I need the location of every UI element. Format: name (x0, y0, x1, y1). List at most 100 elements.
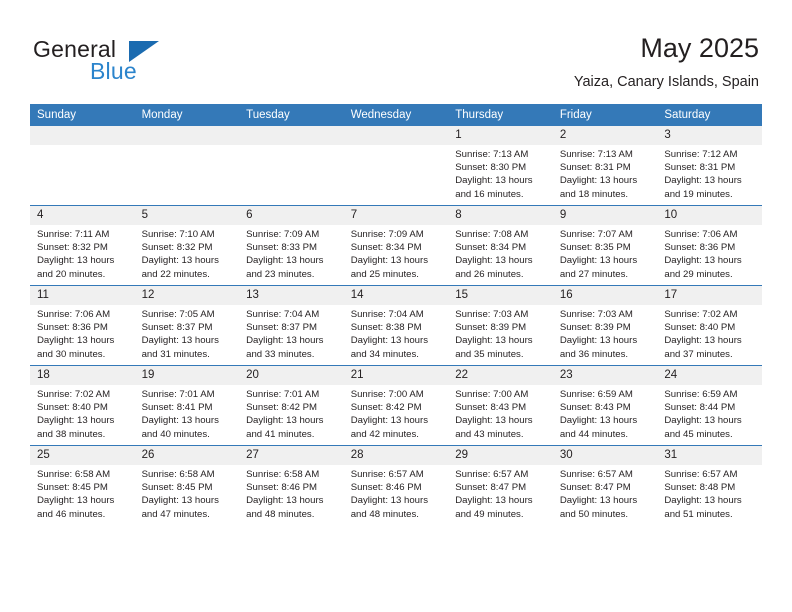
day-info: Sunrise: 6:59 AM Sunset: 8:44 PM Dayligh… (657, 385, 762, 441)
sunrise-text: Sunrise: 7:01 AM (246, 389, 320, 400)
day-cell-empty (239, 126, 344, 206)
day-cell[interactable]: 15 Sunrise: 7:03 AM Sunset: 8:39 PM Dayl… (448, 285, 553, 366)
calendar-week-row: 25 Sunrise: 6:58 AM Sunset: 8:45 PM Dayl… (30, 445, 762, 525)
day-cell[interactable]: 8 Sunrise: 7:08 AM Sunset: 8:34 PM Dayli… (448, 205, 553, 286)
day-number: 14 (343, 286, 449, 305)
calendar-page: General Blue May 2025 Yaiza, Canary Isla… (0, 0, 792, 612)
day-cell[interactable]: 31 Sunrise: 6:57 AM Sunset: 8:48 PM Dayl… (657, 445, 762, 525)
sunset-text: Sunset: 8:32 PM (141, 242, 213, 254)
sunset-text: Sunset: 8:45 PM (37, 482, 108, 494)
day-number: 28 (343, 446, 449, 465)
day-cell[interactable]: 18 Sunrise: 7:02 AM Sunset: 8:40 PM Dayl… (30, 365, 135, 446)
day-cell[interactable]: 29 Sunrise: 6:57 AM Sunset: 8:47 PM Dayl… (448, 445, 553, 525)
day-number: 23 (552, 366, 658, 385)
day-cell[interactable]: 5 Sunrise: 7:10 AM Sunset: 8:32 PM Dayli… (134, 205, 240, 286)
day-cell[interactable]: 19 Sunrise: 7:01 AM Sunset: 8:41 PM Dayl… (134, 365, 240, 446)
sunset-text: Sunset: 8:42 PM (350, 402, 422, 414)
day-cell[interactable]: 3 Sunrise: 7:12 AM Sunset: 8:31 PM Dayli… (657, 126, 762, 206)
daylight-text: Daylight: 13 hours and 31 minutes. (141, 335, 219, 360)
daylight-text: Daylight: 13 hours and 47 minutes. (141, 495, 219, 520)
daylight-text: Daylight: 13 hours and 38 minutes. (37, 415, 115, 440)
sunrise-text: Sunrise: 7:01 AM (141, 389, 215, 400)
sunrise-text: Sunrise: 6:59 AM (559, 389, 633, 400)
day-cell[interactable]: 30 Sunrise: 6:57 AM Sunset: 8:47 PM Dayl… (552, 445, 658, 525)
daylight-text: Daylight: 13 hours and 26 minutes. (455, 255, 533, 280)
sunrise-text: Sunrise: 6:58 AM (246, 469, 320, 480)
sunset-text: Sunset: 8:36 PM (37, 322, 108, 334)
day-cell[interactable]: 25 Sunrise: 6:58 AM Sunset: 8:45 PM Dayl… (30, 445, 135, 525)
day-cell[interactable]: 6 Sunrise: 7:09 AM Sunset: 8:33 PM Dayli… (239, 205, 344, 286)
sunrise-text: Sunrise: 7:13 AM (455, 149, 529, 160)
daylight-text: Daylight: 13 hours and 36 minutes. (559, 335, 638, 360)
day-info: Sunrise: 7:02 AM Sunset: 8:40 PM Dayligh… (30, 385, 135, 441)
day-cell[interactable]: 14 Sunrise: 7:04 AM Sunset: 8:38 PM Dayl… (343, 285, 449, 366)
daylight-text: Daylight: 13 hours and 41 minutes. (246, 415, 324, 440)
calendar-body: 1 Sunrise: 7:13 AM Sunset: 8:30 PM Dayli… (30, 126, 762, 525)
day-cell[interactable]: 21 Sunrise: 7:00 AM Sunset: 8:42 PM Dayl… (343, 365, 449, 446)
day-number: 2 (552, 126, 658, 145)
day-info: Sunrise: 6:57 AM Sunset: 8:47 PM Dayligh… (553, 465, 658, 521)
day-cell[interactable]: 23 Sunrise: 6:59 AM Sunset: 8:43 PM Dayl… (552, 365, 658, 446)
day-cell[interactable]: 1 Sunrise: 7:13 AM Sunset: 8:30 PM Dayli… (448, 126, 553, 206)
day-cell[interactable]: 9 Sunrise: 7:07 AM Sunset: 8:35 PM Dayli… (552, 205, 658, 286)
day-cell[interactable]: 11 Sunrise: 7:06 AM Sunset: 8:36 PM Dayl… (30, 285, 135, 366)
day-number: 15 (448, 286, 553, 305)
calendar-week-row: 18 Sunrise: 7:02 AM Sunset: 8:40 PM Dayl… (30, 365, 762, 446)
day-cell[interactable]: 7 Sunrise: 7:09 AM Sunset: 8:34 PM Dayli… (343, 205, 449, 286)
weekday-header-thursday: Thursday (448, 104, 553, 126)
sunset-text: Sunset: 8:43 PM (559, 402, 631, 414)
day-cell[interactable]: 22 Sunrise: 7:00 AM Sunset: 8:43 PM Dayl… (448, 365, 553, 446)
daylight-text: Daylight: 13 hours and 42 minutes. (350, 415, 429, 440)
sunset-text: Sunset: 8:31 PM (559, 162, 631, 174)
sunrise-text: Sunrise: 7:05 AM (141, 309, 215, 320)
daylight-text: Daylight: 13 hours and 29 minutes. (664, 255, 742, 280)
day-info: Sunrise: 6:58 AM Sunset: 8:45 PM Dayligh… (30, 465, 135, 521)
calendar-grid: Sunday Monday Tuesday Wednesday Thursday… (30, 104, 762, 525)
daylight-text: Daylight: 13 hours and 19 minutes. (664, 175, 742, 200)
day-cell[interactable]: 17 Sunrise: 7:02 AM Sunset: 8:40 PM Dayl… (657, 285, 762, 366)
day-cell[interactable]: 26 Sunrise: 6:58 AM Sunset: 8:45 PM Dayl… (134, 445, 240, 525)
sunset-text: Sunset: 8:39 PM (455, 322, 527, 334)
day-cell[interactable]: 28 Sunrise: 6:57 AM Sunset: 8:46 PM Dayl… (343, 445, 449, 525)
day-cell[interactable]: 4 Sunrise: 7:11 AM Sunset: 8:32 PM Dayli… (30, 205, 135, 286)
sunrise-text: Sunrise: 7:10 AM (141, 229, 215, 240)
day-cell[interactable]: 24 Sunrise: 6:59 AM Sunset: 8:44 PM Dayl… (657, 365, 762, 446)
day-number (239, 126, 344, 145)
sunrise-text: Sunrise: 7:02 AM (37, 389, 111, 400)
title-block: May 2025 Yaiza, Canary Islands, Spain (574, 32, 759, 92)
sunset-text: Sunset: 8:41 PM (141, 402, 213, 414)
sunrise-text: Sunrise: 7:03 AM (455, 309, 529, 320)
daylight-text: Daylight: 13 hours and 27 minutes. (559, 255, 638, 280)
daylight-text: Daylight: 13 hours and 33 minutes. (246, 335, 324, 360)
day-cell[interactable]: 12 Sunrise: 7:05 AM Sunset: 8:37 PM Dayl… (134, 285, 240, 366)
daylight-text: Daylight: 13 hours and 37 minutes. (664, 335, 742, 360)
day-info: Sunrise: 7:00 AM Sunset: 8:42 PM Dayligh… (344, 385, 449, 441)
sunset-text: Sunset: 8:39 PM (559, 322, 631, 334)
weekday-header-sunday: Sunday (30, 104, 135, 126)
day-cell[interactable]: 27 Sunrise: 6:58 AM Sunset: 8:46 PM Dayl… (239, 445, 344, 525)
calendar-week-row: 11 Sunrise: 7:06 AM Sunset: 8:36 PM Dayl… (30, 285, 762, 366)
daylight-text: Daylight: 13 hours and 22 minutes. (141, 255, 219, 280)
weekday-header-friday: Friday (552, 104, 658, 126)
day-cell[interactable]: 10 Sunrise: 7:06 AM Sunset: 8:36 PM Dayl… (657, 205, 762, 286)
sunset-text: Sunset: 8:38 PM (350, 322, 422, 334)
day-info: Sunrise: 7:03 AM Sunset: 8:39 PM Dayligh… (448, 305, 553, 361)
day-number: 18 (30, 366, 135, 385)
day-cell[interactable]: 20 Sunrise: 7:01 AM Sunset: 8:42 PM Dayl… (239, 365, 344, 446)
sunset-text: Sunset: 8:33 PM (246, 242, 318, 254)
day-cell[interactable]: 2 Sunrise: 7:13 AM Sunset: 8:31 PM Dayli… (552, 126, 658, 206)
day-number: 16 (552, 286, 658, 305)
day-cell[interactable]: 16 Sunrise: 7:03 AM Sunset: 8:39 PM Dayl… (552, 285, 658, 366)
general-blue-logo[interactable]: General Blue (33, 36, 233, 88)
day-number (134, 126, 240, 145)
sunrise-text: Sunrise: 7:11 AM (37, 229, 110, 240)
sunset-text: Sunset: 8:42 PM (246, 402, 318, 414)
day-info: Sunrise: 7:11 AM Sunset: 8:32 PM Dayligh… (30, 225, 135, 281)
sunrise-text: Sunrise: 6:58 AM (37, 469, 111, 480)
day-cell[interactable]: 13 Sunrise: 7:04 AM Sunset: 8:37 PM Dayl… (239, 285, 344, 366)
sunset-text: Sunset: 8:46 PM (350, 482, 422, 494)
weekday-header-monday: Monday (134, 104, 240, 126)
day-info: Sunrise: 7:02 AM Sunset: 8:40 PM Dayligh… (657, 305, 762, 361)
day-info: Sunrise: 7:01 AM Sunset: 8:42 PM Dayligh… (239, 385, 344, 441)
weekday-header-wednesday: Wednesday (343, 104, 449, 126)
